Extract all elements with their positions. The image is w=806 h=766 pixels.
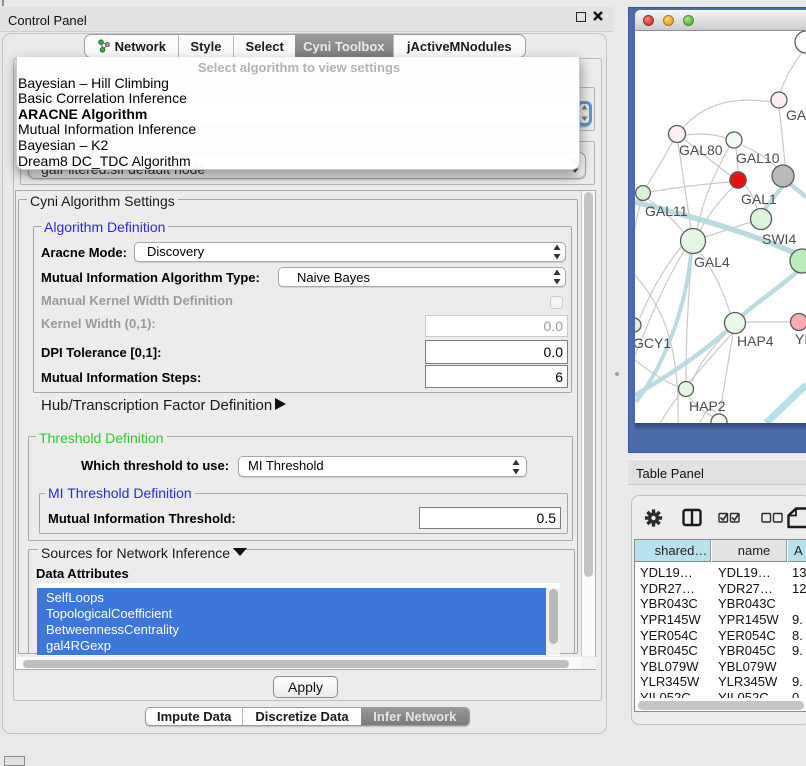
- svg-text:HAP4: HAP4: [737, 333, 774, 349]
- svg-text:GCY1: GCY1: [635, 335, 671, 351]
- svg-text:SWI4: SWI4: [762, 231, 796, 247]
- svg-text:GAL1: GAL1: [741, 191, 777, 207]
- svg-text:GAL80: GAL80: [679, 142, 723, 158]
- svg-text:YE: YE: [795, 331, 806, 347]
- svg-text:HAP2: HAP2: [689, 398, 726, 414]
- svg-text:GAL4: GAL4: [694, 254, 730, 270]
- svg-text:GAL11: GAL11: [645, 203, 688, 219]
- svg-text:GAL2: GAL2: [786, 107, 806, 123]
- svg-text:GAL10: GAL10: [736, 150, 780, 166]
